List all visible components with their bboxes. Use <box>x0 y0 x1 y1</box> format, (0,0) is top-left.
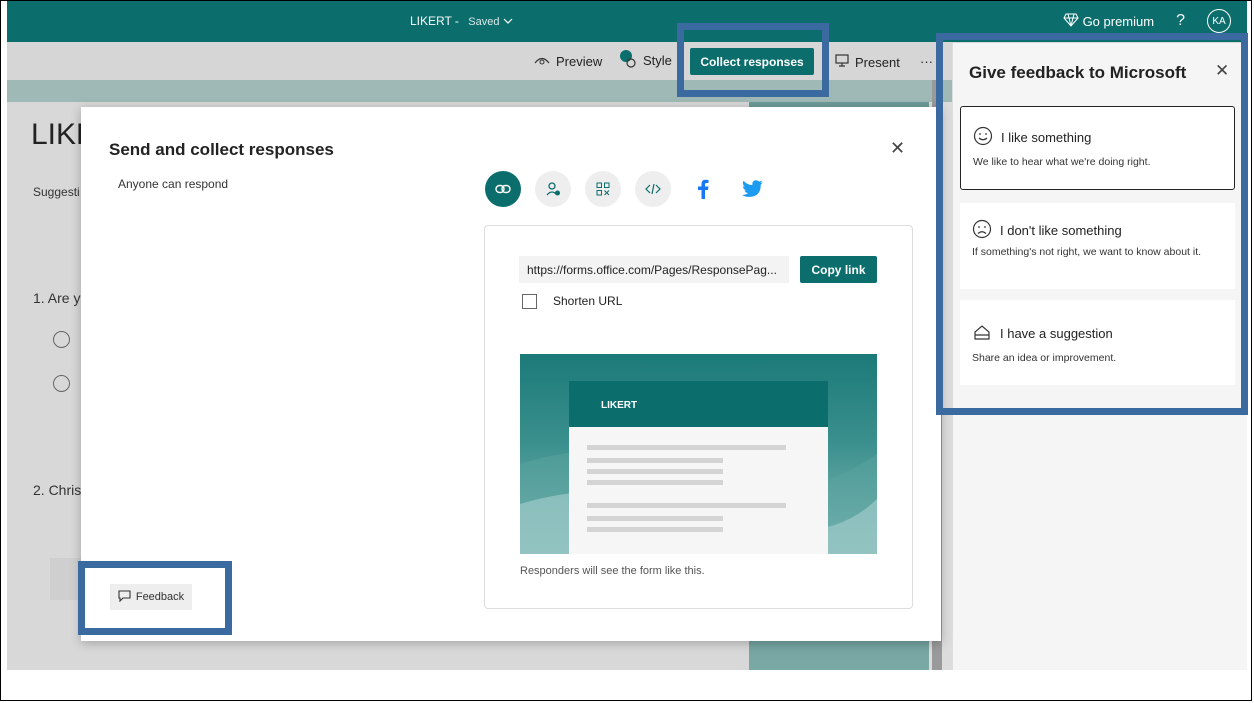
radio-option[interactable] <box>53 331 70 348</box>
eye-icon <box>534 54 550 69</box>
feedback-dislike-description: If something's not right, we want to kno… <box>972 246 1202 258</box>
go-premium-link[interactable]: Go premium <box>1062 13 1155 30</box>
style-label: Style <box>643 53 672 68</box>
frown-icon <box>972 219 992 242</box>
dialog-title: Send and collect responses <box>109 140 334 159</box>
audience-selector[interactable]: Anyone can respond <box>118 177 228 191</box>
form-title-menu[interactable]: LIKERT - Saved <box>410 14 513 28</box>
style-button[interactable]: Style <box>619 48 672 73</box>
question-1: 1. Are y <box>33 290 81 306</box>
present-button[interactable]: Present <box>835 54 900 70</box>
shorten-url-checkbox[interactable] <box>522 294 537 309</box>
feedback-suggestion-label: I have a suggestion <box>1000 326 1113 341</box>
qr-code-icon[interactable] <box>585 171 621 207</box>
smile-icon <box>973 126 993 149</box>
feedback-dislike-label: I don't like something <box>1000 223 1122 238</box>
feedback-suggestion-title: I have a suggestion <box>972 323 1113 344</box>
feedback-like-label: I like something <box>1001 130 1092 145</box>
comment-icon <box>118 589 131 605</box>
save-status: Saved <box>468 16 500 28</box>
header-actions: Go premium ? KA <box>1062 9 1231 33</box>
feedback-button[interactable]: Feedback <box>110 584 192 610</box>
feedback-suggestion-option[interactable]: I have a suggestion Share an idea or imp… <box>960 300 1235 385</box>
preview-line <box>587 469 723 474</box>
form-name: LIKERT <box>410 14 452 28</box>
send-collect-dialog: Send and collect responses ✕ Anyone can … <box>81 107 941 641</box>
preview-line <box>587 516 723 521</box>
lightbulb-icon <box>972 323 992 344</box>
chevron-down-icon <box>503 14 513 28</box>
feedback-like-title: I like something <box>973 126 1091 149</box>
go-premium-label: Go premium <box>1082 13 1155 29</box>
close-icon[interactable]: ✕ <box>1215 61 1229 81</box>
feedback-suggestion-description: Share an idea or improvement. <box>972 352 1117 364</box>
feedback-dislike-title: I don't like something <box>972 219 1122 242</box>
separator: - <box>454 14 463 28</box>
copy-link-button[interactable]: Copy link <box>800 256 877 283</box>
monitor-icon <box>835 54 849 70</box>
feedback-like-option[interactable]: I like something We like to hear what we… <box>960 106 1235 190</box>
preview-line <box>587 458 723 463</box>
preview-line <box>587 445 786 450</box>
facebook-icon[interactable] <box>685 171 721 207</box>
preview-line <box>587 480 723 485</box>
avatar[interactable]: KA <box>1207 9 1231 33</box>
preview-form-title: LIKERT <box>601 400 638 411</box>
preview-card-body <box>569 427 828 554</box>
preview-line <box>587 527 723 532</box>
shorten-url-label: Shorten URL <box>553 294 623 308</box>
preview-line <box>587 503 786 508</box>
top-bar: LIKERT - Saved Go premium ? KA <box>7 0 1247 42</box>
feedback-like-description: We like to hear what we're doing right. <box>973 156 1151 168</box>
form-description: Suggesti <box>33 185 80 199</box>
person-add-icon[interactable] <box>535 171 571 207</box>
preview-caption: Responders will see the form like this. <box>520 565 705 577</box>
help-icon[interactable]: ? <box>1176 12 1185 30</box>
collect-responses-button[interactable]: Collect responses <box>690 48 814 75</box>
link-icon[interactable] <box>485 171 521 207</box>
feedback-dislike-option[interactable]: I don't like something If something's no… <box>960 203 1235 289</box>
question-2: 2. Chris <box>33 482 82 498</box>
share-options <box>485 171 771 207</box>
more-options-button[interactable]: ··· <box>920 54 933 69</box>
diamond-icon <box>1062 13 1079 30</box>
radio-option[interactable] <box>53 375 70 392</box>
palette-icon <box>619 48 637 73</box>
present-label: Present <box>855 54 900 70</box>
preview-label: Preview <box>556 54 603 69</box>
feedback-label: Feedback <box>135 591 185 603</box>
preview-button[interactable]: Preview <box>534 54 602 69</box>
preview-card-header: LIKERT <box>569 381 828 427</box>
form-preview-image: LIKERT <box>520 354 877 554</box>
response-url-field[interactable] <box>519 256 789 283</box>
twitter-icon[interactable] <box>735 171 771 207</box>
feedback-panel-title: Give feedback to Microsoft <box>969 63 1187 82</box>
feedback-panel: Give feedback to Microsoft ✕ I like some… <box>952 43 1247 670</box>
close-icon[interactable]: ✕ <box>890 138 905 159</box>
embed-code-icon[interactable] <box>635 171 671 207</box>
link-share-panel: Copy link Shorten URL LIKERT Responders … <box>484 225 913 609</box>
